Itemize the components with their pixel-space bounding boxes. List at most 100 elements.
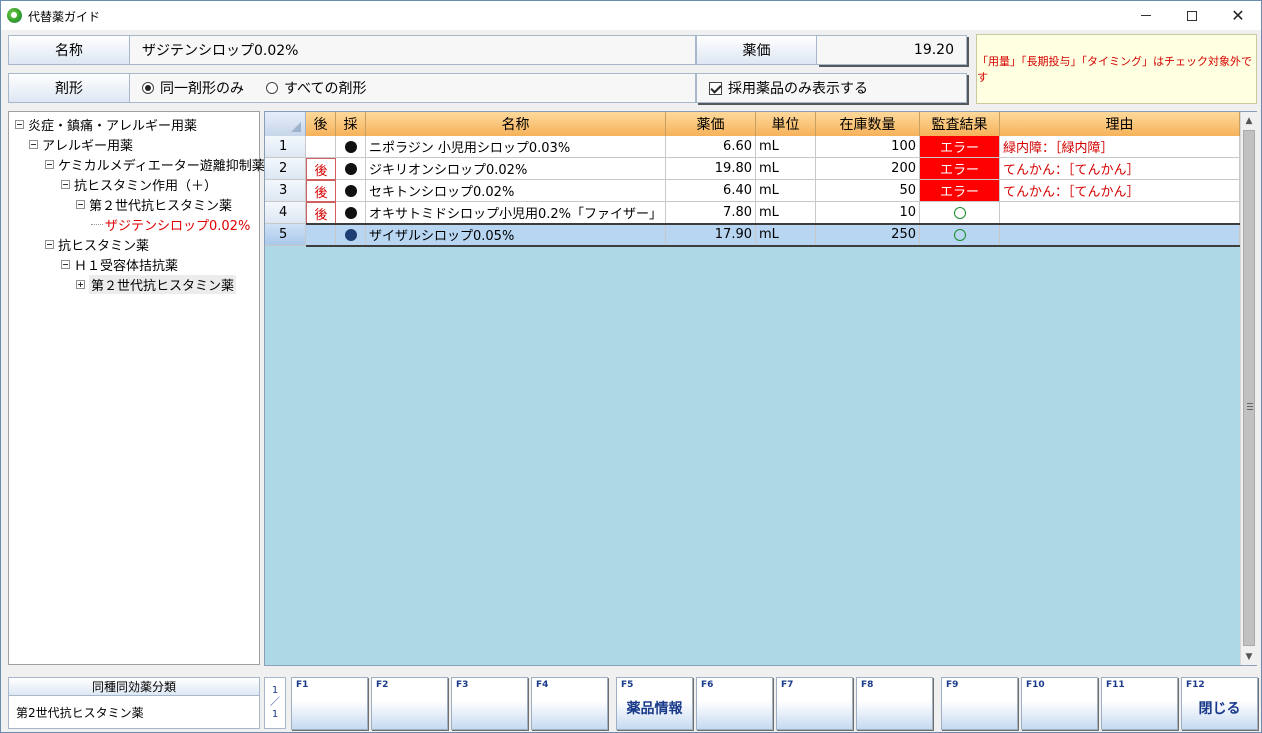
fkey-number: F1 [296, 680, 309, 690]
header-adopted[interactable]: 採 [336, 112, 366, 136]
tree-node[interactable]: ケミカルメディエーター遊離抑制薬 [45, 154, 265, 174]
tree-collapse-icon[interactable] [29, 139, 38, 149]
tree-node[interactable]: アレルギー用薬 [29, 134, 133, 154]
tree-node[interactable]: 抗ヒスタミン薬 [45, 234, 149, 254]
reason-cell: てんかん：［てんかん］ [1000, 180, 1240, 202]
fkey-number: F5 [621, 680, 634, 690]
radio-all-forms[interactable]: すべての剤形 [266, 78, 366, 98]
stock-cell: 250 [816, 224, 920, 246]
late-cell [306, 224, 336, 246]
f4-button[interactable]: F4 [531, 677, 608, 730]
f5-drug-info-button[interactable]: F5 薬品情報 [616, 677, 693, 730]
drug-name-cell: オキサトミドシロップ小児用0.2%「ファイザー」 [366, 202, 666, 224]
adopted-only-checkbox-box[interactable] [709, 81, 722, 95]
notice-text: 「用量」「長期投与」「タイミング」はチェック対象外です [977, 55, 1252, 84]
late-cell [306, 136, 336, 158]
radio-same-form-label: 同一剤形のみ [160, 81, 244, 97]
minimize-button[interactable] [1123, 1, 1169, 30]
f9-button[interactable]: F9 [941, 677, 1018, 730]
alternative-drug-grid[interactable]: 後 採 名称 薬価 単位 在庫数量 監査結果 理由 1 ニポラジン 小児用シロッ… [264, 111, 1257, 666]
unit-cell: mL [756, 224, 816, 246]
page-indicator: 1 ／ 1 [264, 677, 286, 729]
tree-collapse-icon[interactable] [45, 159, 54, 169]
maximize-button[interactable] [1169, 1, 1215, 30]
scroll-thumb[interactable] [1243, 130, 1255, 646]
tree-node[interactable]: 抗ヒスタミン作用（＋） [61, 174, 217, 194]
header-late[interactable]: 後 [306, 112, 336, 136]
close-icon: ✕ [1231, 6, 1245, 25]
fkey-number: F8 [861, 680, 874, 690]
price-cell: 6.40 [666, 180, 756, 202]
title-bar: 代替薬ガイド ✕ [1, 1, 1261, 30]
header-name[interactable]: 名称 [366, 112, 666, 136]
row-number: 5 [265, 224, 306, 246]
tree-collapse-icon[interactable] [45, 239, 54, 249]
grid-vertical-scrollbar[interactable]: ▲ ▼ [1240, 112, 1257, 665]
price-cell: 19.80 [666, 158, 756, 180]
adopted-cell [336, 224, 366, 246]
close-window-button[interactable]: ✕ [1215, 1, 1261, 30]
tree-node[interactable]: 第２世代抗ヒスタミン薬 [76, 194, 232, 214]
tree-expand-icon[interactable] [76, 279, 85, 289]
table-row[interactable]: 2 後 ジキリオンシロップ0.02% 19.80 mL 200 エラー てんかん… [265, 158, 1240, 180]
adopted-only-checkbox[interactable]: 採用薬品のみ表示する [696, 73, 967, 103]
scroll-up-button[interactable]: ▲ [1241, 112, 1257, 129]
page-current: 1 [271, 685, 279, 696]
tree-node[interactable]: 第２世代抗ヒスタミン薬 [76, 274, 237, 294]
tree-collapse-icon[interactable] [61, 179, 70, 189]
tree-node-label: 抗ヒスタミン作用（＋） [74, 178, 218, 194]
f7-button[interactable]: F7 [776, 677, 853, 730]
notice-box: 「用量」「長期投与」「タイミング」はチェック対象外です [976, 34, 1257, 104]
header-unit[interactable]: 単位 [756, 112, 816, 136]
tree-node[interactable]: Ｈ１受容体拮抗薬 [61, 254, 178, 274]
radio-all-forms-label: すべての剤形 [284, 81, 367, 97]
header-stock[interactable]: 在庫数量 [816, 112, 920, 136]
f10-button[interactable]: F10 [1021, 677, 1098, 730]
header-audit-result[interactable]: 監査結果 [920, 112, 1000, 136]
minimize-icon [1141, 15, 1151, 16]
price-cell: 7.80 [666, 202, 756, 224]
table-row-selected[interactable]: 5 ザイザルシロップ0.05% 17.90 mL 250 [265, 224, 1240, 246]
stock-cell: 100 [816, 136, 920, 158]
header-price[interactable]: 薬価 [666, 112, 756, 136]
price-cell: 17.90 [666, 224, 756, 246]
fkey-number: F11 [1106, 680, 1125, 690]
radio-same-form-indicator[interactable] [142, 82, 154, 94]
reason-cell [1000, 224, 1240, 246]
table-row[interactable]: 1 ニポラジン 小児用シロップ0.03% 6.60 mL 100 エラー 緑内障… [265, 136, 1240, 158]
tree-node-label: Ｈ１受容体拮抗薬 [74, 258, 179, 274]
table-row[interactable]: 4 後 オキサトミドシロップ小児用0.2%「ファイザー」 7.80 mL 10 [265, 202, 1240, 224]
tree-collapse-icon[interactable] [61, 259, 70, 269]
tree-node-label: ケミカルメディエーター遊離抑制薬 [58, 158, 265, 174]
scroll-down-button[interactable]: ▼ [1241, 648, 1257, 665]
header-reason[interactable]: 理由 [1000, 112, 1240, 136]
adopted-only-label: 採用薬品のみ表示する [728, 81, 868, 97]
row-number: 2 [265, 158, 306, 180]
fkey-number: F6 [701, 680, 714, 690]
unit-cell: mL [756, 158, 816, 180]
f8-button[interactable]: F8 [856, 677, 933, 730]
category-tree[interactable]: 炎症・鎮痛・アレルギー用薬 アレルギー用薬 ケミカルメディエーター遊離抑制薬 抗… [8, 111, 265, 665]
table-row[interactable]: 3 後 セキトンシロップ0.02% 6.40 mL 50 エラー てんかん：［て… [265, 180, 1240, 202]
tree-collapse-icon[interactable] [76, 199, 85, 209]
chevron-down-icon: ▼ [1245, 651, 1253, 662]
adopted-dot-icon [344, 184, 357, 197]
fkey-number: F3 [456, 680, 469, 690]
drug-name-cell: ジキリオンシロップ0.02% [366, 158, 666, 180]
f2-button[interactable]: F2 [371, 677, 448, 730]
stock-cell: 10 [816, 202, 920, 224]
f3-button[interactable]: F3 [451, 677, 528, 730]
f11-button[interactable]: F11 [1101, 677, 1178, 730]
category-value: 第2世代抗ヒスタミン薬 [16, 705, 144, 720]
radio-same-form[interactable]: 同一剤形のみ [142, 78, 244, 98]
tree-node-current-drug[interactable]: ザジテンシロップ0.02% [91, 214, 250, 234]
grid-select-all-corner[interactable] [265, 112, 306, 136]
f6-button[interactable]: F6 [696, 677, 773, 730]
radio-all-forms-indicator[interactable] [266, 82, 278, 94]
tree-node[interactable]: 炎症・鎮痛・アレルギー用薬 [15, 114, 197, 134]
f1-button[interactable]: F1 [291, 677, 368, 730]
tree-collapse-icon[interactable] [15, 119, 24, 129]
f12-close-button[interactable]: F12 閉じる [1181, 677, 1258, 730]
late-cell: 後 [306, 158, 336, 180]
row-number: 1 [265, 136, 306, 158]
